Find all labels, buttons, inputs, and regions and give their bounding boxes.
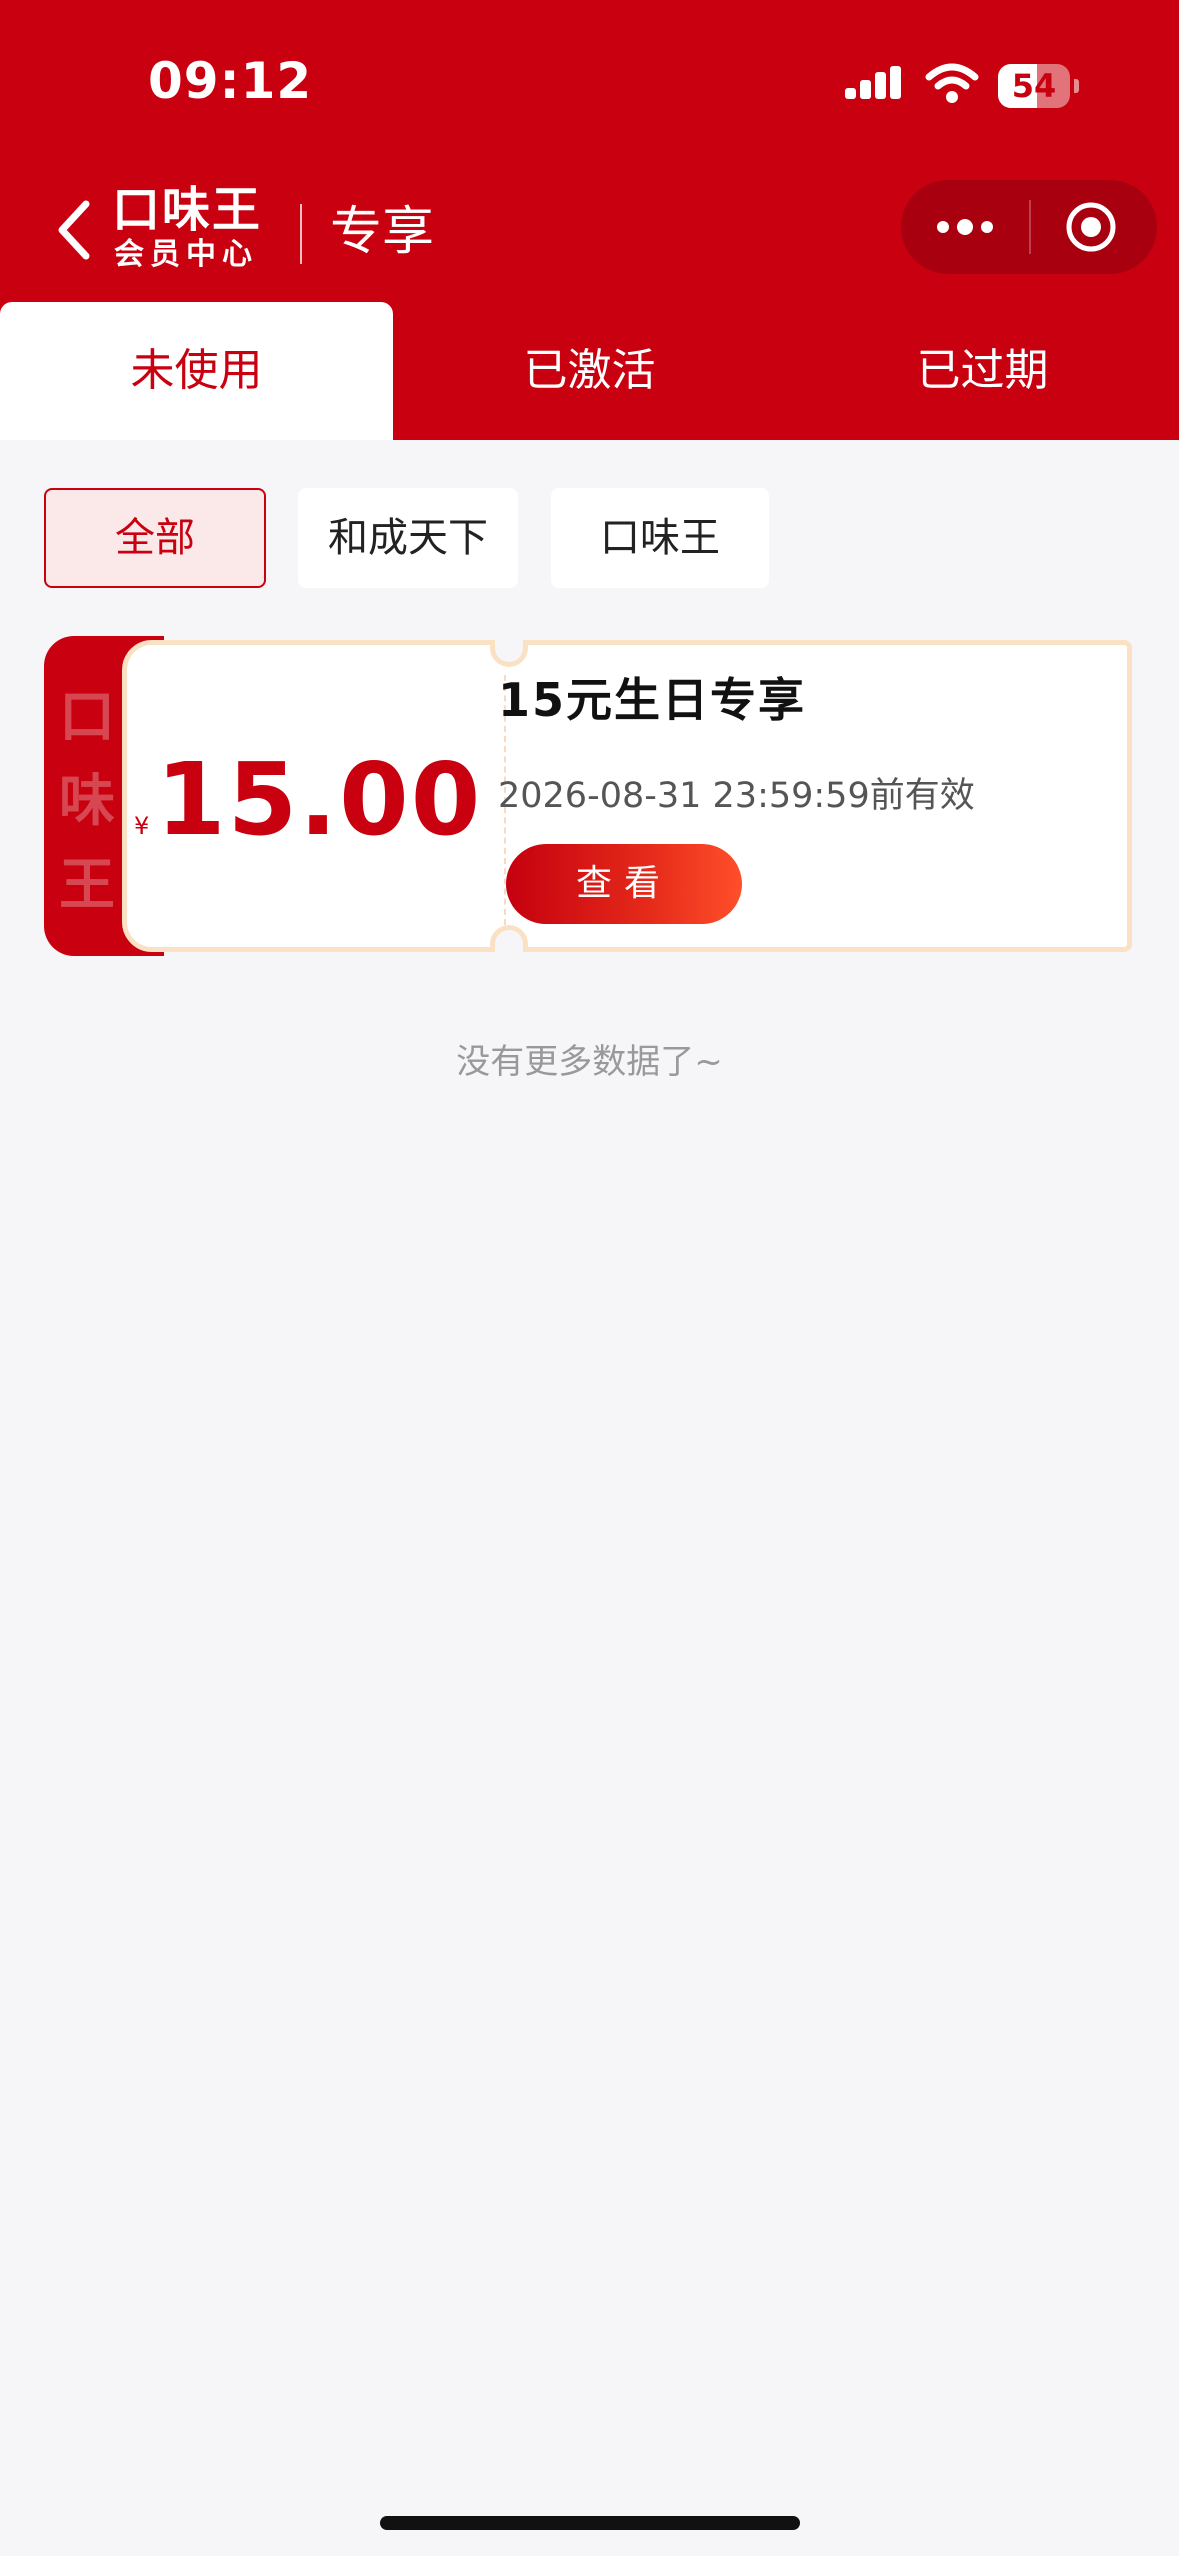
- coupon-expiry: 2026-08-31 23:59:59前有效: [498, 776, 975, 816]
- page-title: 专享: [330, 202, 435, 262]
- filter-kouweiwang[interactable]: 口味王: [551, 488, 769, 588]
- cellular-signal-icon: [845, 66, 901, 99]
- home-indicator[interactable]: [380, 2516, 800, 2530]
- status-time: 09:12: [148, 52, 313, 110]
- brand-logo-name: 口味王: [112, 182, 263, 238]
- filter-hechengtianxia[interactable]: 和成天下: [298, 488, 518, 588]
- back-arrow-icon[interactable]: [54, 198, 94, 262]
- close-target-icon[interactable]: [1064, 200, 1118, 254]
- coupon-name: 15元生日专享: [498, 673, 807, 727]
- miniprogram-capsule: [901, 180, 1157, 274]
- coupon-notch: [490, 640, 528, 667]
- more-dots-icon[interactable]: [935, 210, 995, 244]
- tab-activated[interactable]: 已激活: [393, 302, 786, 440]
- no-more-data-text: 没有更多数据了~: [456, 1042, 723, 1082]
- tab-expired[interactable]: 已过期: [786, 302, 1179, 440]
- coupon-currency: ¥: [134, 812, 150, 840]
- brand-logo-subtitle: 会员中心: [114, 237, 258, 272]
- battery-icon: 54: [998, 64, 1079, 108]
- view-button[interactable]: 查看: [506, 844, 742, 924]
- battery-percent: 54: [1011, 67, 1057, 105]
- filter-all[interactable]: 全部: [44, 488, 266, 588]
- tab-unused[interactable]: 未使用: [0, 302, 393, 440]
- strip-char: 口: [59, 685, 115, 750]
- strip-char: 味: [59, 769, 115, 834]
- wifi-icon: [925, 63, 979, 103]
- title-divider: [300, 204, 302, 264]
- brand-logo: 口味王 会员中心: [112, 184, 282, 274]
- coupon-notch: [490, 925, 528, 952]
- coupon-amount: 15.00: [156, 741, 483, 858]
- capsule-divider: [1029, 200, 1031, 254]
- strip-char: 王: [59, 853, 115, 918]
- header-bar: 09:12 54 口味王 会员中心 专享 未使用 已激活 已过期: [0, 0, 1179, 440]
